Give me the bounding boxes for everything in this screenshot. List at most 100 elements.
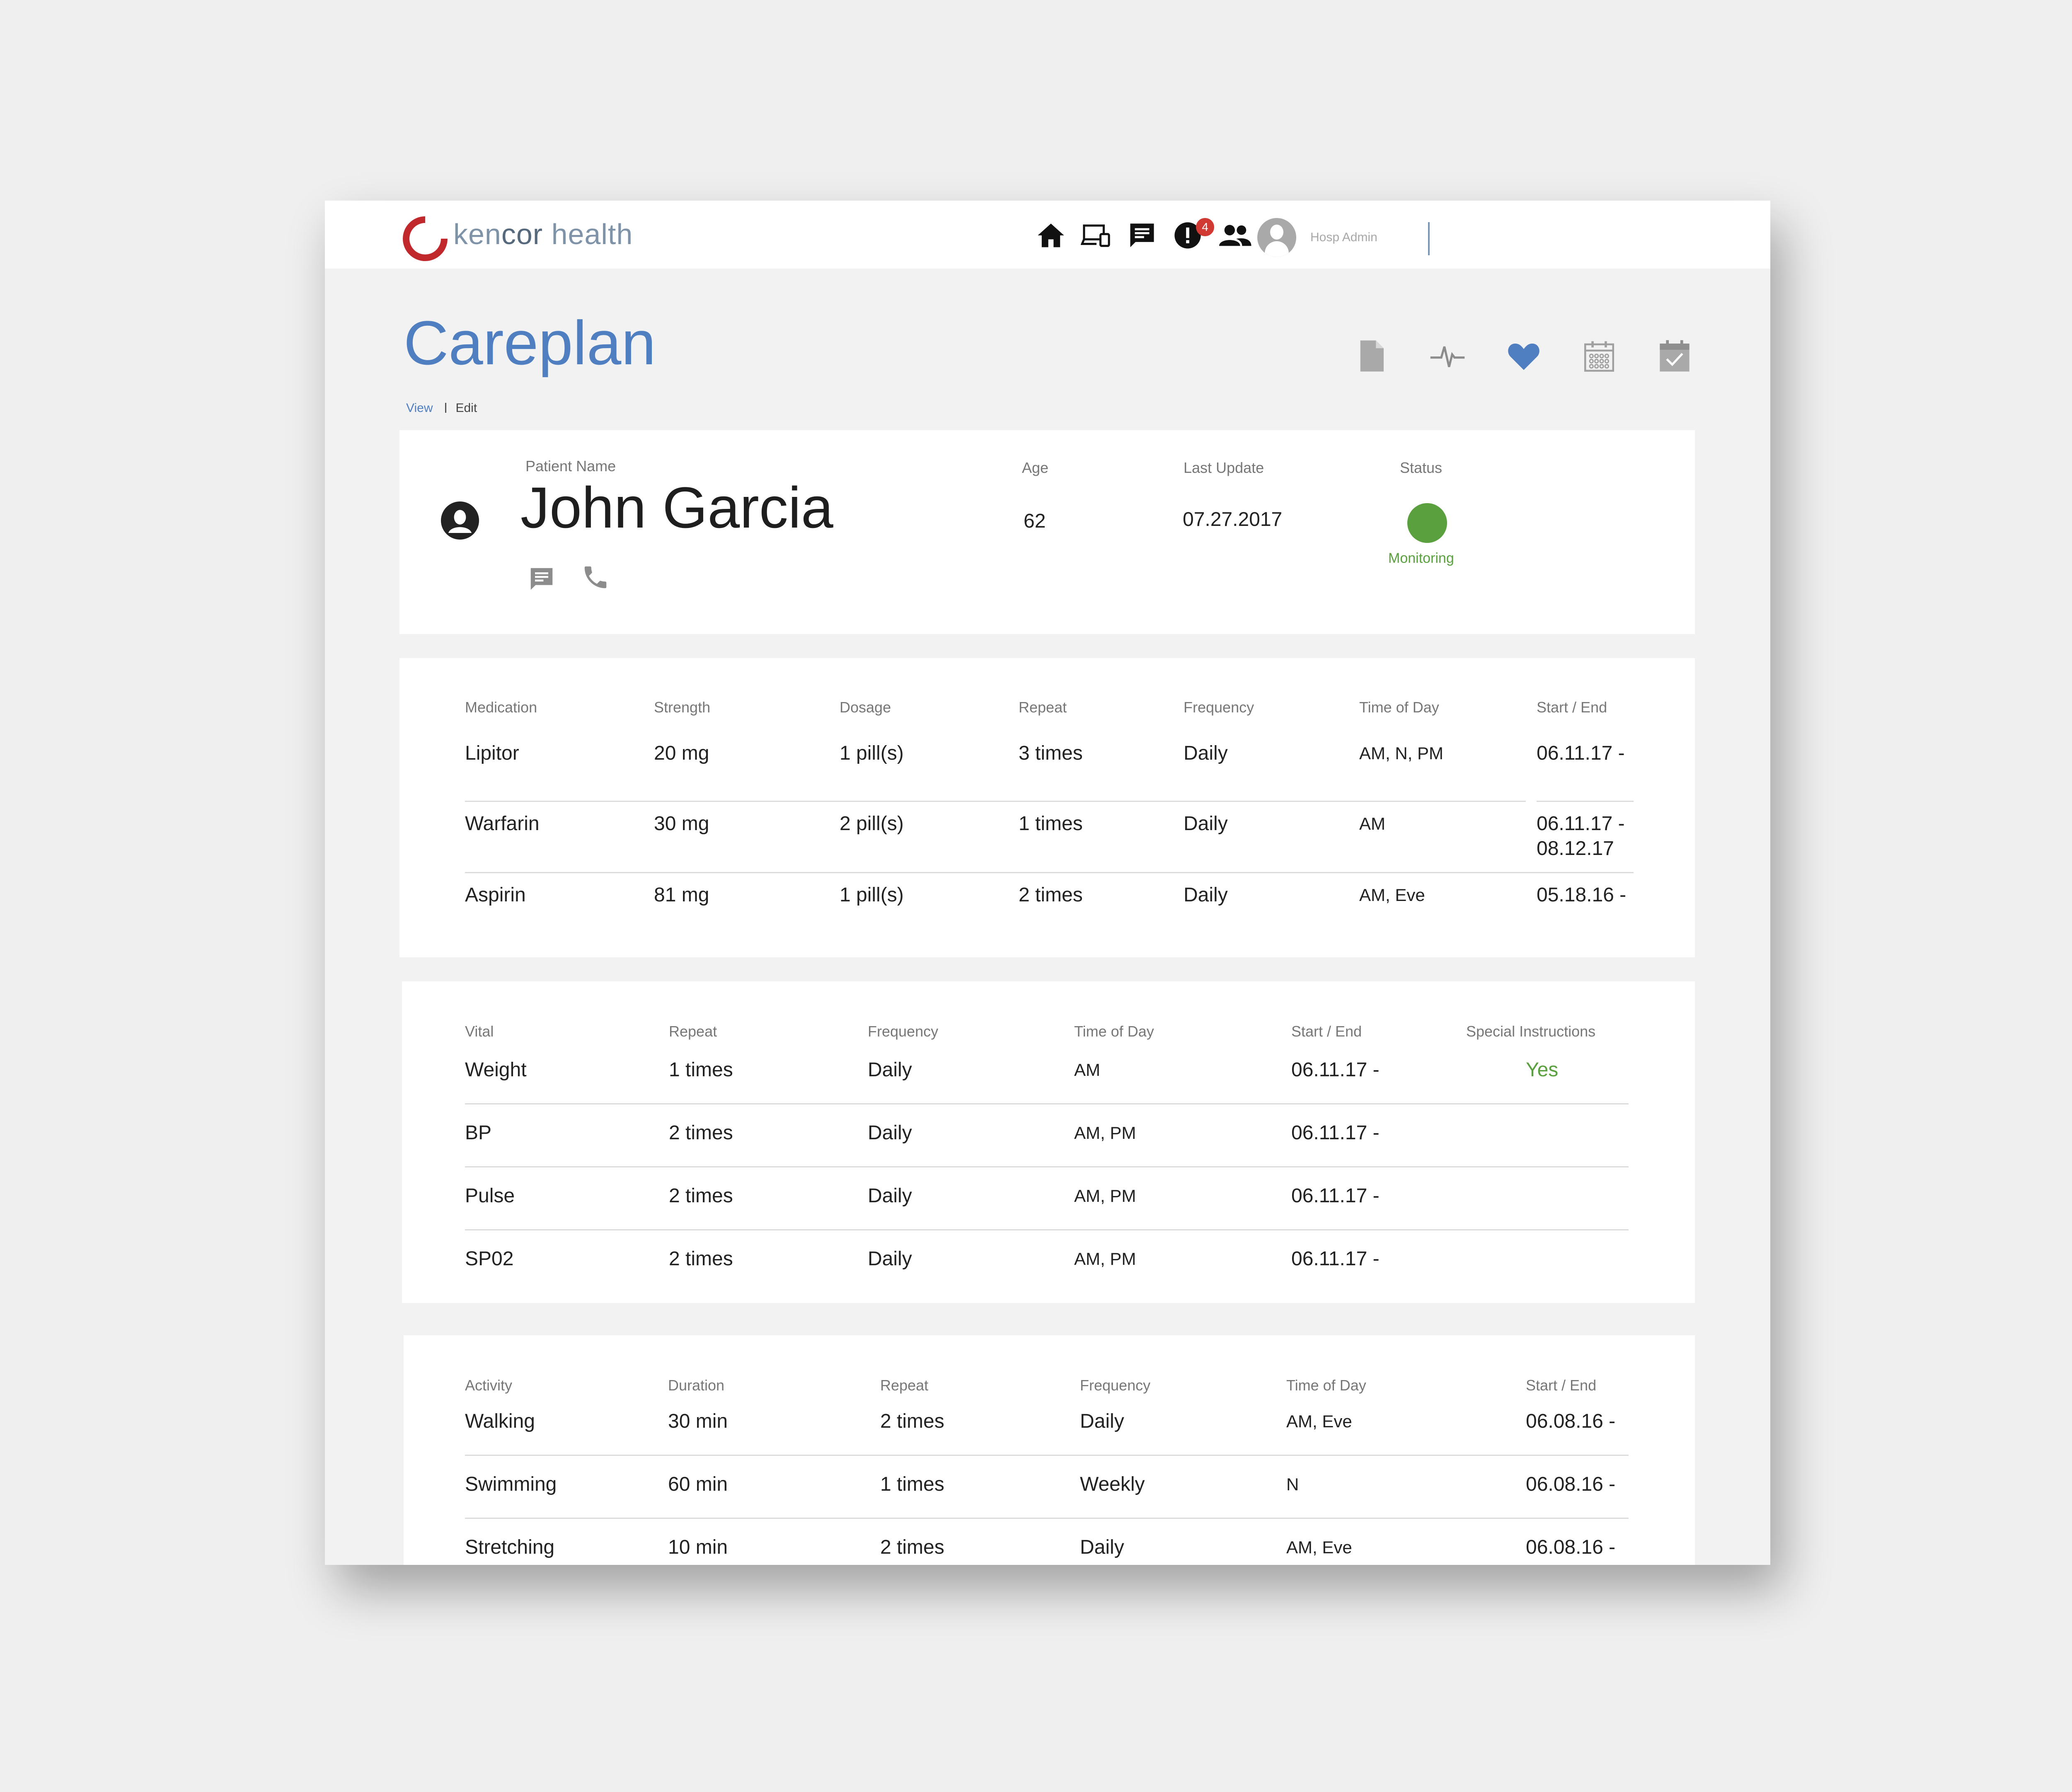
calendar-check-icon[interactable] bbox=[1656, 337, 1693, 375]
row-divider bbox=[465, 1229, 1629, 1230]
activity-row-1-name[interactable]: Walking bbox=[465, 1409, 535, 1434]
view-link[interactable]: View bbox=[406, 401, 433, 415]
page-title: Careplan bbox=[404, 308, 656, 378]
med-row-2-time: AM bbox=[1359, 814, 1385, 833]
special-instructions-header: Special Instructions bbox=[1466, 1023, 1596, 1040]
vital-row-4-frequency: Daily bbox=[868, 1248, 912, 1270]
dosage-header: Dosage bbox=[840, 699, 891, 716]
med-row-1-time: AM, N, PM bbox=[1359, 743, 1444, 763]
brand-text-part1: ken bbox=[453, 218, 501, 250]
frequency-header: Frequency bbox=[1184, 699, 1254, 716]
vital-row-3-frequency: Daily bbox=[868, 1185, 912, 1207]
user-avatar[interactable] bbox=[1257, 218, 1296, 257]
med-row-1-start: 06.11.17 - bbox=[1537, 742, 1625, 764]
vital-row-3-time: AM, PM bbox=[1074, 1186, 1136, 1206]
med-row-1-dosage: 1 pill(s) bbox=[840, 742, 904, 764]
duration-header: Duration bbox=[668, 1377, 725, 1394]
activity-row-2-name[interactable]: Swimming bbox=[465, 1472, 557, 1497]
vital-row-3-name[interactable]: Pulse bbox=[465, 1184, 515, 1208]
vitals-pulse-icon[interactable] bbox=[1429, 337, 1466, 375]
patient-avatar-icon bbox=[441, 501, 479, 540]
patient-name: John Garcia bbox=[520, 475, 833, 540]
activities-card: Activity Duration Repeat Frequency Time … bbox=[404, 1335, 1695, 1565]
row-divider bbox=[1537, 801, 1634, 802]
activity-row-3-frequency: Daily bbox=[1080, 1536, 1124, 1558]
activity-row-3-start: 06.08.16 - bbox=[1526, 1536, 1616, 1558]
activity-row-1-time: AM, Eve bbox=[1286, 1412, 1352, 1431]
med-row-3-frequency: Daily bbox=[1184, 884, 1228, 906]
activity-row-1-duration: 30 min bbox=[668, 1410, 728, 1432]
message-patient-icon[interactable] bbox=[527, 564, 556, 593]
patient-name-label: Patient Name bbox=[525, 458, 616, 475]
activity-row-3-duration: 10 min bbox=[668, 1536, 728, 1558]
heart-icon[interactable] bbox=[1505, 337, 1542, 375]
header-divider bbox=[1428, 222, 1430, 255]
top-bar: kencor health Hosp Admin 4 bbox=[325, 201, 1770, 271]
row-divider bbox=[465, 1166, 1629, 1167]
app-window: kencor health Hosp Admin 4 Careplan View… bbox=[325, 201, 1770, 1565]
time-of-day-header: Time of Day bbox=[1286, 1377, 1366, 1394]
vital-row-1-instructions-link[interactable]: Yes bbox=[1526, 1058, 1558, 1082]
vital-row-1-frequency: Daily bbox=[868, 1059, 912, 1081]
kencor-logo-icon bbox=[393, 207, 457, 271]
repeat-header: Repeat bbox=[669, 1023, 717, 1040]
last-update-label: Last Update bbox=[1184, 459, 1264, 476]
med-row-3-name[interactable]: Aspirin bbox=[465, 883, 526, 908]
activity-row-3-name[interactable]: Stretching bbox=[465, 1535, 554, 1560]
med-row-1-frequency: Daily bbox=[1184, 742, 1228, 764]
row-divider bbox=[465, 872, 1634, 873]
strength-header: Strength bbox=[654, 699, 711, 716]
med-row-1-name[interactable]: Lipitor bbox=[465, 741, 519, 766]
status-label: Status bbox=[1400, 459, 1443, 476]
vital-row-4-repeat: 2 times bbox=[669, 1248, 733, 1270]
activity-row-2-frequency: Weekly bbox=[1080, 1473, 1145, 1495]
vital-row-2-repeat: 2 times bbox=[669, 1122, 733, 1144]
med-row-3-strength: 81 mg bbox=[654, 884, 709, 906]
frequency-header: Frequency bbox=[1080, 1377, 1151, 1394]
vital-row-2-start: 06.11.17 - bbox=[1291, 1122, 1380, 1144]
users-icon[interactable] bbox=[1218, 220, 1252, 251]
vital-row-2-time: AM, PM bbox=[1074, 1123, 1136, 1143]
activity-header: Activity bbox=[465, 1377, 513, 1394]
med-row-2-start: 06.11.17 - bbox=[1537, 813, 1625, 835]
vitals-card: Vital Repeat Frequency Time of Day Start… bbox=[402, 981, 1695, 1303]
document-icon[interactable] bbox=[1353, 337, 1390, 375]
vital-row-4-time: AM, PM bbox=[1074, 1249, 1136, 1269]
time-of-day-header: Time of Day bbox=[1074, 1023, 1154, 1040]
home-icon[interactable] bbox=[1035, 220, 1067, 251]
vital-row-1-time: AM bbox=[1074, 1060, 1100, 1080]
med-row-2-dosage: 2 pill(s) bbox=[840, 813, 904, 835]
messages-icon[interactable] bbox=[1126, 220, 1158, 251]
vital-row-3-start: 06.11.17 - bbox=[1291, 1185, 1380, 1207]
activity-row-1-frequency: Daily bbox=[1080, 1410, 1124, 1432]
med-row-2-repeat: 1 times bbox=[1019, 813, 1083, 835]
devices-icon[interactable] bbox=[1081, 220, 1112, 251]
row-divider bbox=[465, 801, 1526, 802]
med-row-2-frequency: Daily bbox=[1184, 813, 1228, 835]
last-update-value: 07.27.2017 bbox=[1183, 509, 1283, 530]
view-edit-toggle: View Edit bbox=[406, 401, 477, 415]
vital-row-4-name[interactable]: SP02 bbox=[465, 1247, 513, 1271]
row-divider bbox=[465, 1518, 1629, 1519]
repeat-header: Repeat bbox=[880, 1377, 929, 1394]
medication-header: Medication bbox=[465, 699, 537, 716]
med-row-3-repeat: 2 times bbox=[1019, 884, 1083, 906]
edit-link[interactable]: Edit bbox=[455, 401, 477, 415]
time-of-day-header: Time of Day bbox=[1359, 699, 1439, 716]
alert-count-badge: 4 bbox=[1196, 218, 1214, 236]
vital-row-2-frequency: Daily bbox=[868, 1122, 912, 1144]
vital-row-2-name[interactable]: BP bbox=[465, 1121, 491, 1145]
med-row-3-dosage: 1 pill(s) bbox=[840, 884, 904, 906]
activity-row-3-repeat: 2 times bbox=[880, 1536, 944, 1558]
calendar-icon[interactable] bbox=[1581, 337, 1618, 375]
vital-row-1-start: 06.11.17 - bbox=[1291, 1059, 1380, 1081]
med-row-2-name[interactable]: Warfarin bbox=[465, 811, 540, 836]
patient-card: Patient Name John Garcia Age 62 Last Upd… bbox=[399, 430, 1695, 634]
status-text: Monitoring bbox=[1388, 550, 1454, 566]
med-row-1-strength: 20 mg bbox=[654, 742, 709, 764]
user-name[interactable]: Hosp Admin bbox=[1310, 230, 1377, 245]
activity-row-2-duration: 60 min bbox=[668, 1473, 728, 1495]
brand-logo-text[interactable]: kencor health bbox=[453, 220, 633, 249]
call-patient-icon[interactable] bbox=[581, 563, 610, 592]
vital-row-1-name[interactable]: Weight bbox=[465, 1058, 527, 1082]
